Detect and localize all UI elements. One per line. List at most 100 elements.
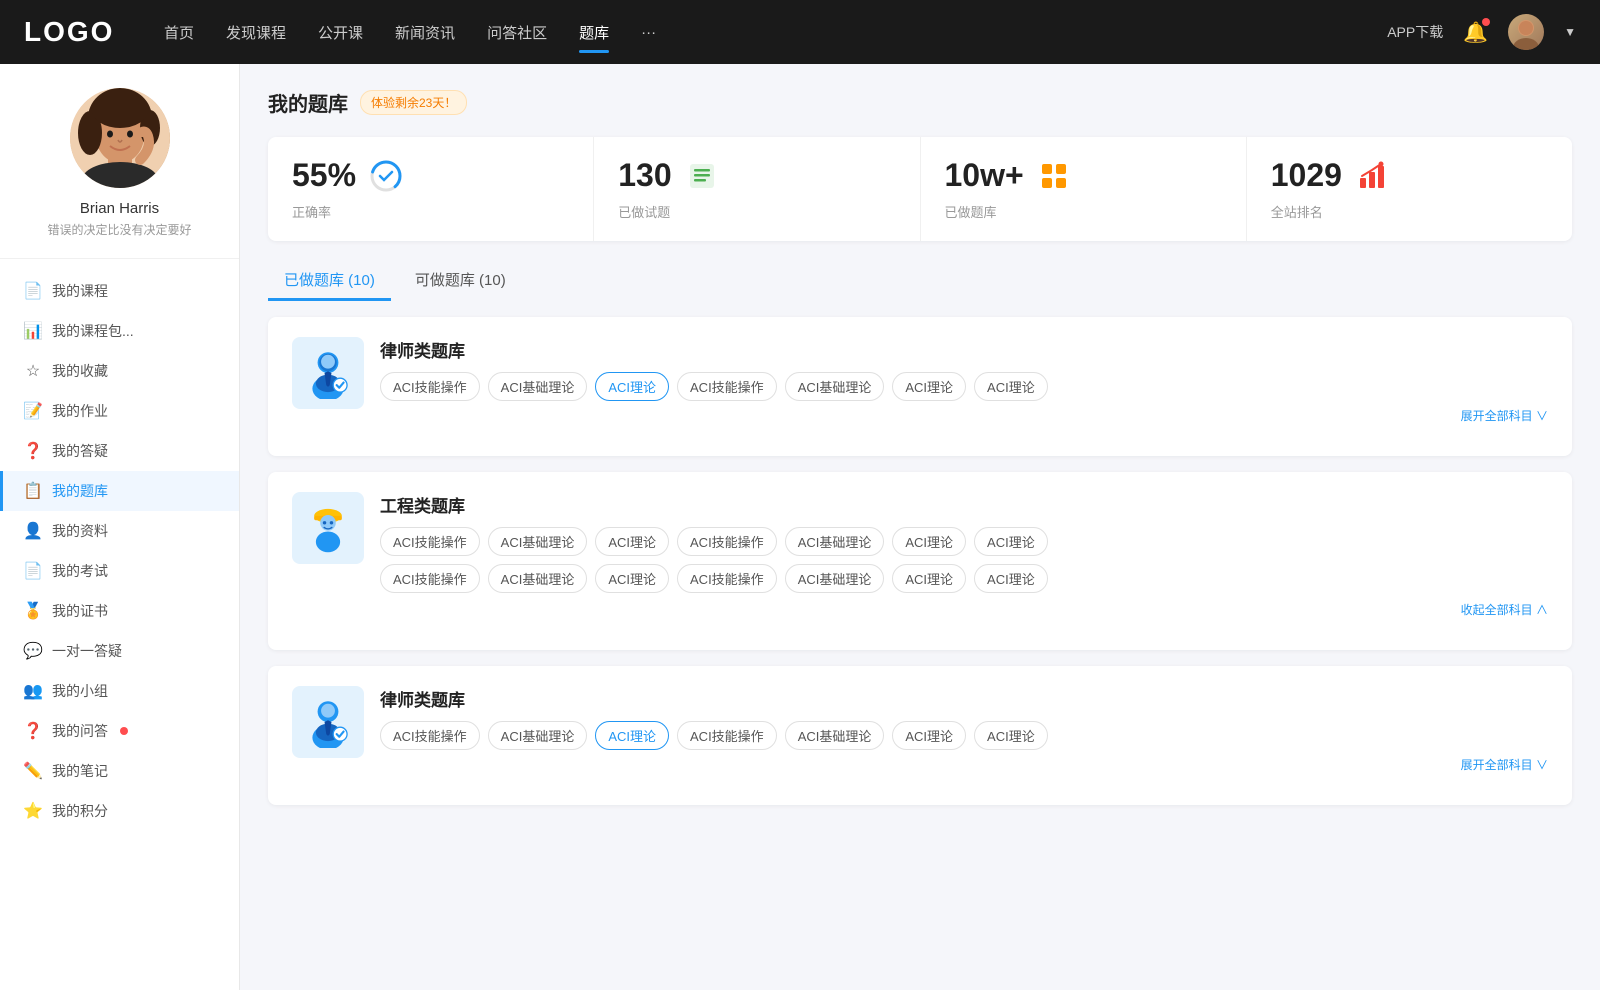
stat-questions-done: 130 已做试题 — [594, 137, 920, 241]
tag-3-2[interactable]: ACI基础理论 — [488, 721, 588, 750]
avatar-image — [1508, 14, 1544, 50]
page-title: 我的题库 — [268, 88, 348, 117]
sidebar-menu-item-12[interactable]: ✏️ 我的笔记 — [0, 751, 239, 791]
stat-accuracy-top: 55% — [292, 157, 569, 194]
tag-2-10[interactable]: ACI理论 — [595, 564, 669, 593]
tags-row-3: ACI技能操作 ACI基础理论 ACI理论 ACI技能操作 ACI基础理论 AC… — [380, 721, 1548, 750]
menu-icon-4: ❓ — [24, 442, 42, 460]
tag-2-12[interactable]: ACI基础理论 — [785, 564, 885, 593]
notification-bell[interactable]: 🔔 — [1463, 20, 1488, 45]
tag-2-2[interactable]: ACI基础理论 — [488, 527, 588, 556]
tag-3-6[interactable]: ACI理论 — [892, 721, 966, 750]
tag-3-7[interactable]: ACI理论 — [974, 721, 1048, 750]
nav-item-···[interactable]: ··· — [641, 20, 656, 45]
sidebar-menu-item-7[interactable]: 📄 我的考试 — [0, 551, 239, 591]
nav-item-首页[interactable]: 首页 — [164, 18, 194, 47]
tag-1-4[interactable]: ACI技能操作 — [677, 372, 777, 401]
menu-icon-2: ☆ — [24, 362, 42, 380]
sidebar-menu-item-0[interactable]: 📄 我的课程 — [0, 271, 239, 311]
stat-banks-done-top: 10w+ — [945, 157, 1222, 194]
logo[interactable]: LOGO — [24, 16, 124, 48]
tab-available[interactable]: 可做题库 (10) — [399, 261, 522, 301]
sidebar-menu-item-6[interactable]: 👤 我的资料 — [0, 511, 239, 551]
stats-row: 55% 正确率 130 — [268, 137, 1572, 241]
tag-1-2[interactable]: ACI基础理论 — [488, 372, 588, 401]
tag-2-14[interactable]: ACI理论 — [974, 564, 1048, 593]
tag-3-4[interactable]: ACI技能操作 — [677, 721, 777, 750]
tags-row-2a: ACI技能操作 ACI基础理论 ACI理论 ACI技能操作 ACI基础理论 AC… — [380, 527, 1548, 556]
qbank-title-area-3: 律师类题库 ACI技能操作 ACI基础理论 ACI理论 ACI技能操作 ACI基… — [380, 686, 1548, 773]
qbank-title-2: 工程类题库 — [380, 492, 1548, 517]
user-menu-chevron[interactable]: ▼ — [1564, 25, 1576, 39]
menu-icon-6: 👤 — [24, 522, 42, 540]
menu-icon-7: 📄 — [24, 562, 42, 580]
menu-icon-13: ⭐ — [24, 802, 42, 820]
sidebar-menu-item-5[interactable]: 📋 我的题库 — [0, 471, 239, 511]
stat-questions-done-value: 130 — [618, 157, 671, 194]
tag-2-7[interactable]: ACI理论 — [974, 527, 1048, 556]
tag-2-3[interactable]: ACI理论 — [595, 527, 669, 556]
menu-label-10: 我的小组 — [52, 681, 108, 701]
menu-label-6: 我的资料 — [52, 521, 108, 541]
tag-1-5[interactable]: ACI基础理论 — [785, 372, 885, 401]
sidebar-menu-item-4[interactable]: ❓ 我的答疑 — [0, 431, 239, 471]
nav-item-发现课程[interactable]: 发现课程 — [226, 18, 286, 47]
expand-btn-3[interactable]: 展开全部科目 ∨ — [380, 756, 1548, 773]
stat-rank-label: 全站排名 — [1271, 202, 1548, 221]
nav-item-问答社区[interactable]: 问答社区 — [487, 18, 547, 47]
sidebar-menu-item-3[interactable]: 📝 我的作业 — [0, 391, 239, 431]
tag-2-13[interactable]: ACI理论 — [892, 564, 966, 593]
sidebar-menu-item-11[interactable]: ❓ 我的问答 — [0, 711, 239, 751]
navbar: LOGO 首页 发现课程 公开课 新闻资讯 问答社区 题库 ··· APP下载 🔔 ▼ — [0, 0, 1600, 64]
app-download-link[interactable]: APP下载 — [1387, 22, 1443, 42]
user-avatar[interactable] — [1508, 14, 1544, 50]
stat-questions-done-label: 已做试题 — [618, 202, 895, 221]
sidebar-menu-item-2[interactable]: ☆ 我的收藏 — [0, 351, 239, 391]
tag-3-5[interactable]: ACI基础理论 — [785, 721, 885, 750]
menu-icon-0: 📄 — [24, 282, 42, 300]
stat-accuracy-icon — [368, 158, 404, 194]
stat-rank-value: 1029 — [1271, 157, 1342, 194]
sidebar-menu-item-13[interactable]: ⭐ 我的积分 — [0, 791, 239, 831]
qbank-header-2: 工程类题库 ACI技能操作 ACI基础理论 ACI理论 ACI技能操作 ACI基… — [292, 492, 1548, 618]
tag-1-7[interactable]: ACI理论 — [974, 372, 1048, 401]
expand-btn-1[interactable]: 展开全部科目 ∨ — [380, 407, 1548, 424]
tag-3-1[interactable]: ACI技能操作 — [380, 721, 480, 750]
tag-1-1[interactable]: ACI技能操作 — [380, 372, 480, 401]
sidebar-menu-item-9[interactable]: 💬 一对一答疑 — [0, 631, 239, 671]
stat-rank-icon — [1354, 158, 1390, 194]
tag-3-3[interactable]: ACI理论 — [595, 721, 669, 750]
menu-icon-9: 💬 — [24, 642, 42, 660]
sidebar-menu-item-1[interactable]: 📊 我的课程包... — [0, 311, 239, 351]
tag-2-5[interactable]: ACI基础理论 — [785, 527, 885, 556]
tag-2-4[interactable]: ACI技能操作 — [677, 527, 777, 556]
tag-1-3[interactable]: ACI理论 — [595, 372, 669, 401]
menu-icon-5: 📋 — [24, 482, 42, 500]
tag-2-1[interactable]: ACI技能操作 — [380, 527, 480, 556]
profile-avatar — [70, 88, 170, 188]
tag-2-6[interactable]: ACI理论 — [892, 527, 966, 556]
nav-item-公开课[interactable]: 公开课 — [318, 18, 363, 47]
sidebar-menu-item-8[interactable]: 🏅 我的证书 — [0, 591, 239, 631]
sidebar: Brian Harris 错误的决定比没有决定要好 📄 我的课程 📊 我的课程包… — [0, 64, 240, 990]
page-wrapper: Brian Harris 错误的决定比没有决定要好 📄 我的课程 📊 我的课程包… — [0, 64, 1600, 990]
tag-2-8[interactable]: ACI技能操作 — [380, 564, 480, 593]
collapse-btn-2[interactable]: 收起全部科目 ∧ — [380, 601, 1548, 618]
stat-banks-done-label: 已做题库 — [945, 202, 1222, 221]
qbank-title-area-2: 工程类题库 ACI技能操作 ACI基础理论 ACI理论 ACI技能操作 ACI基… — [380, 492, 1548, 618]
page-header: 我的题库 体验剩余23天！ — [268, 88, 1572, 117]
qbank-card-lawyer-2: 律师类题库 ACI技能操作 ACI基础理论 ACI理论 ACI技能操作 ACI基… — [268, 666, 1572, 805]
sidebar-menu-item-10[interactable]: 👥 我的小组 — [0, 671, 239, 711]
trial-badge: 体验剩余23天！ — [360, 90, 467, 115]
tag-2-9[interactable]: ACI基础理论 — [488, 564, 588, 593]
profile-name: Brian Harris — [80, 200, 159, 217]
menu-label-11: 我的问答 — [52, 721, 108, 741]
tag-1-6[interactable]: ACI理论 — [892, 372, 966, 401]
sidebar-profile: Brian Harris 错误的决定比没有决定要好 — [0, 88, 239, 259]
tag-2-11[interactable]: ACI技能操作 — [677, 564, 777, 593]
menu-label-8: 我的证书 — [52, 601, 108, 621]
tab-done[interactable]: 已做题库 (10) — [268, 261, 391, 301]
menu-icon-8: 🏅 — [24, 602, 42, 620]
nav-item-题库[interactable]: 题库 — [579, 18, 609, 47]
nav-item-新闻资讯[interactable]: 新闻资讯 — [395, 18, 455, 47]
